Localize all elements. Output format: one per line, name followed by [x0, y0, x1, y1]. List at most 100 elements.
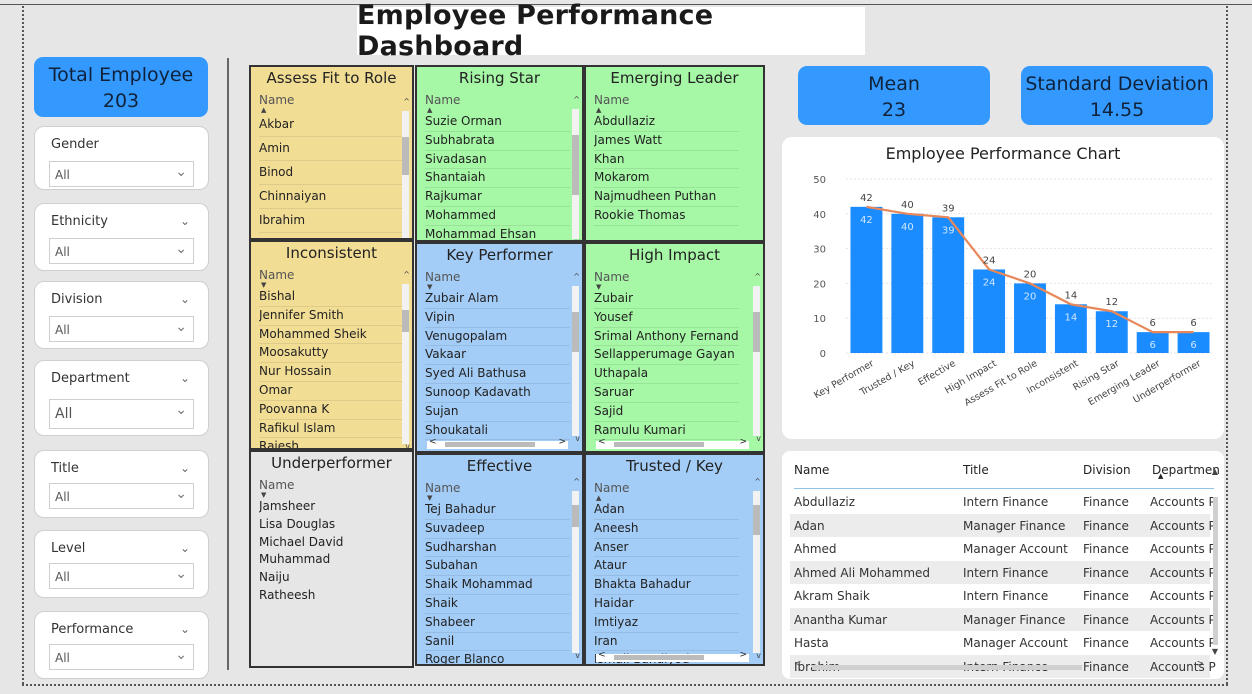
performance-chart[interactable]: 0 10 20 30 40 50 42 40 39 24 20 14 12 6 6 42 40 39 24 20 14 1…: [782, 137, 1224, 439]
list-item[interactable]: Suvadeep: [425, 520, 570, 539]
list-item[interactable]: Michael David: [259, 534, 404, 552]
slicer-level-dropdown[interactable]: All ⌄: [49, 563, 194, 589]
list-item[interactable]: Mokarom: [594, 169, 739, 189]
slicer-department[interactable]: Department ⌄ All ⌄: [34, 360, 209, 436]
scrollbar-thumb[interactable]: [614, 442, 704, 447]
slicer-performance[interactable]: Performance ⌄ All ⌄: [34, 611, 209, 679]
horizontal-scrollbar[interactable]: < >: [596, 437, 749, 449]
list-item[interactable]: Moosakutty: [259, 344, 404, 364]
col-header-division[interactable]: Division: [1083, 463, 1131, 477]
scroll-down-icon[interactable]: v: [575, 434, 580, 443]
list-item[interactable]: Venugopalam: [425, 328, 570, 347]
table-row[interactable]: Abdullaziz Intern Finance Finance Accounts …: [790, 490, 1216, 513]
slicer-performance-dropdown[interactable]: All ⌄: [49, 644, 194, 670]
scroll-right-icon[interactable]: >: [739, 437, 747, 447]
list-item[interactable]: Nur Hossain: [259, 363, 404, 382]
scrollbar-thumb[interactable]: [614, 655, 704, 660]
table-row[interactable]: Anantha Kumar Manager Finance Finance Accou…: [790, 607, 1216, 631]
list-item[interactable]: Subahan: [425, 557, 570, 577]
scrollbar-thumb[interactable]: [402, 310, 409, 332]
scroll-right-icon[interactable]: >: [558, 437, 566, 447]
scroll-down-icon[interactable]: v: [756, 651, 761, 660]
chart-bar[interactable]: [850, 206, 883, 353]
slicer-title[interactable]: Title ⌄ All ⌄: [34, 450, 209, 518]
list-item[interactable]: Sajid: [594, 403, 739, 422]
table-vertical-scrollbar[interactable]: [1213, 497, 1218, 645]
scrollbar-thumb[interactable]: [572, 135, 579, 195]
std-dev-card[interactable]: Standard Deviation 14.55: [1021, 66, 1213, 125]
total-employee-card[interactable]: Total Employee 203: [34, 57, 208, 117]
table-scroll-right-icon[interactable]: >: [1196, 659, 1204, 669]
list-item[interactable]: Ataur: [594, 557, 739, 577]
vertical-scrollbar[interactable]: [402, 284, 409, 444]
table-scroll-left-icon[interactable]: <: [794, 659, 802, 669]
scroll-left-icon[interactable]: <: [598, 437, 606, 447]
scroll-up-icon[interactable]: ^: [403, 97, 410, 106]
slicer-ethnicity-dropdown[interactable]: All ⌄: [49, 238, 194, 264]
scrollbar-thumb[interactable]: [402, 137, 409, 175]
list-item[interactable]: Srimal Anthony Fernando: [594, 328, 739, 347]
list-item[interactable]: Rajkumar: [425, 188, 570, 207]
list-item[interactable]: Vipin: [425, 309, 570, 328]
list-item[interactable]: Uthapala: [594, 365, 739, 384]
panel-under-column-header[interactable]: Name ▼: [251, 478, 412, 499]
list-item[interactable]: Iran: [594, 633, 739, 652]
panel-rising-column-header[interactable]: Name ▲: [417, 93, 582, 114]
table-row[interactable]: Hasta Manager Account Finance Accounts P: [790, 631, 1216, 654]
panel-emerging-column-header[interactable]: Name ▲: [586, 93, 763, 114]
scrollbar-thumb[interactable]: [572, 312, 579, 352]
table-row[interactable]: Ahmed Ali Mohammed Intern Finance Finance A…: [790, 560, 1216, 584]
slicer-gender[interactable]: Gender All ⌄: [34, 126, 209, 190]
scroll-up-icon[interactable]: ^: [754, 477, 761, 486]
table-scroll-up-icon[interactable]: ▲: [1212, 467, 1218, 476]
table-horizontal-scrollbar[interactable]: [812, 665, 1082, 670]
slicer-department-dropdown[interactable]: All ⌄: [49, 399, 194, 429]
chevron-down-icon[interactable]: ⌄: [180, 214, 190, 228]
chevron-down-icon[interactable]: ⌄: [180, 622, 190, 636]
list-item[interactable]: Sanil: [425, 633, 570, 652]
vertical-scrollbar[interactable]: [572, 491, 579, 653]
panel-high-column-header[interactable]: Name ▼: [586, 270, 763, 291]
list-item[interactable]: Khan: [594, 151, 739, 170]
slicer-division-dropdown[interactable]: All ⌄: [49, 316, 194, 342]
list-item[interactable]: Mohammad Ehsan: [425, 226, 570, 240]
list-item[interactable]: Ramulu Kumari: [594, 422, 739, 441]
slicer-gender-dropdown[interactable]: All ⌄: [49, 161, 194, 187]
scroll-up-icon[interactable]: ^: [754, 272, 761, 281]
scroll-right-icon[interactable]: >: [739, 650, 747, 660]
list-item[interactable]: Sujan: [425, 403, 570, 422]
list-item[interactable]: Sellapperumage Gayan: [594, 346, 739, 366]
list-item[interactable]: Amin: [259, 137, 404, 161]
panel-effective-column-header[interactable]: Name ▼: [417, 481, 582, 502]
list-item[interactable]: Abdullaziz: [594, 113, 739, 132]
list-item[interactable]: Jennifer Smith: [259, 307, 404, 326]
list-item[interactable]: Ratheesh: [259, 587, 404, 605]
list-item[interactable]: James Watt: [594, 132, 739, 151]
scrollbar-thumb[interactable]: [572, 505, 579, 527]
vertical-scrollbar[interactable]: [572, 286, 579, 436]
vertical-scrollbar[interactable]: [402, 111, 409, 238]
list-item[interactable]: Syed Ali Bathusa: [425, 365, 570, 384]
list-item[interactable]: Shabeer: [425, 614, 570, 633]
list-item[interactable]: Sudharshan: [425, 539, 570, 558]
slicer-level[interactable]: Level ⌄ All ⌄: [34, 530, 209, 598]
list-item[interactable]: Lisa Douglas: [259, 516, 404, 534]
list-item[interactable]: Shaik Mohammad: [425, 576, 570, 595]
horizontal-scrollbar[interactable]: < >: [427, 437, 568, 449]
list-item[interactable]: Haidar: [594, 595, 739, 614]
chevron-down-icon[interactable]: ⌄: [180, 292, 190, 306]
mean-card[interactable]: Mean 23: [798, 66, 990, 125]
table-row[interactable]: Ahmed Manager Account Finance Accounts P: [790, 537, 1216, 560]
list-item[interactable]: Rookie Thomas: [594, 207, 739, 226]
chart-bar[interactable]: [891, 213, 924, 353]
table-row[interactable]: Adan Manager Finance Finance Accounts P: [790, 513, 1216, 537]
list-item[interactable]: Sivadasan: [425, 151, 570, 170]
list-item[interactable]: Yousef: [594, 309, 739, 328]
panel-key-column-header[interactable]: Name ▼: [417, 270, 582, 291]
table-scroll-down-icon[interactable]: ▼: [1212, 647, 1218, 656]
list-item[interactable]: Shantaiah: [425, 169, 570, 189]
list-item[interactable]: Shaik: [425, 595, 570, 614]
scroll-down-icon[interactable]: v: [756, 434, 761, 443]
slicer-title-dropdown[interactable]: All ⌄: [49, 483, 194, 509]
scrollbar-thumb[interactable]: [753, 505, 760, 535]
